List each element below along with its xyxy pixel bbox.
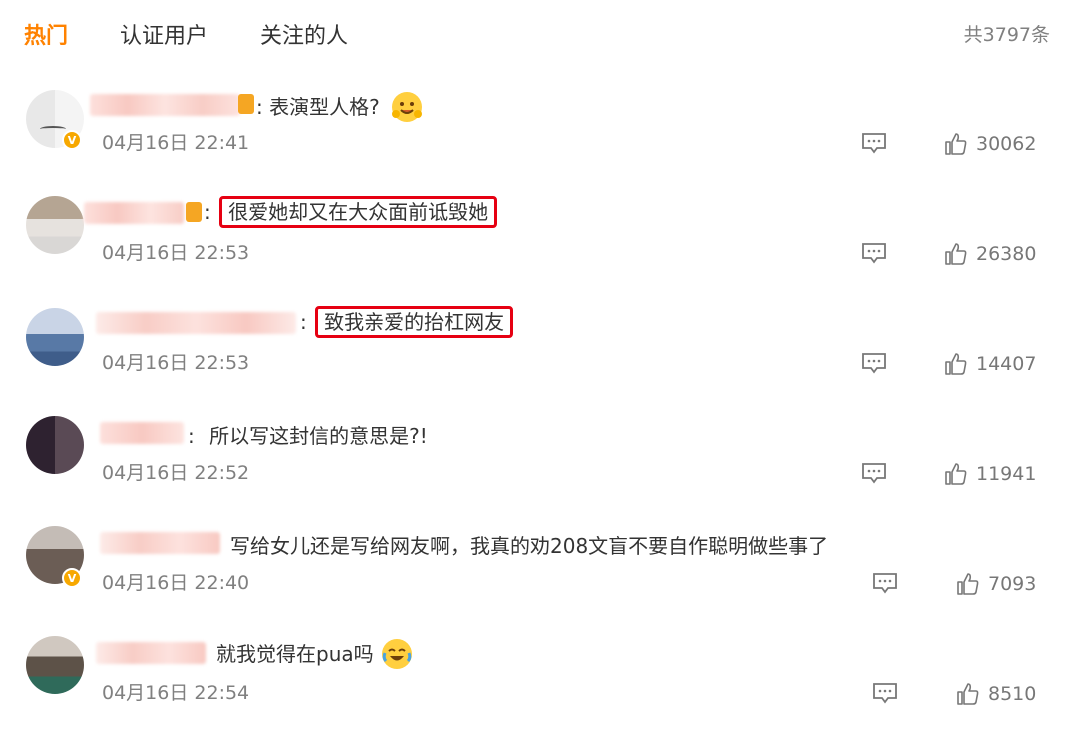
like-button[interactable]: 26380 bbox=[944, 242, 1036, 266]
reply-icon[interactable] bbox=[872, 682, 898, 706]
comment-body: 写给女儿还是写给网友啊，我真的劝208文盲不要自作聪明做些事了 bbox=[230, 534, 829, 558]
comment-text: : 表演型人格? bbox=[256, 91, 423, 124]
comment-time: 04月16日 22:53 bbox=[102, 352, 250, 374]
member-badge-icon bbox=[238, 94, 254, 114]
like-count: 11941 bbox=[976, 463, 1037, 485]
verified-badge-icon: V bbox=[62, 130, 82, 150]
comment-body: 所以写这封信的意思是?! bbox=[209, 424, 428, 448]
comment-time: 04月16日 22:40 bbox=[102, 572, 250, 594]
comment-separator: : bbox=[300, 310, 307, 334]
avatar[interactable] bbox=[26, 416, 84, 474]
like-count: 7093 bbox=[988, 573, 1037, 595]
comment-time: 04月16日 22:54 bbox=[102, 682, 250, 704]
comment-time: 04月16日 22:52 bbox=[102, 462, 250, 484]
username-blurred[interactable] bbox=[100, 422, 184, 444]
comment-item: 就我觉得在pua吗 04月16日 22:54 8510 bbox=[0, 636, 1080, 732]
comment-separator: : bbox=[204, 200, 211, 224]
thumbs-up-icon bbox=[945, 353, 967, 375]
avatar[interactable] bbox=[26, 196, 84, 254]
comment-item: : 致我亲爱的抬杠网友 04月16日 22:53 14407 bbox=[0, 306, 1080, 416]
comment-total-count: 共3797条 bbox=[963, 24, 1050, 46]
comment-time: 04月16日 22:41 bbox=[102, 132, 250, 154]
username-blurred[interactable] bbox=[100, 532, 220, 554]
avatar[interactable] bbox=[26, 308, 84, 366]
comment-separator: : bbox=[188, 424, 195, 448]
like-count: 26380 bbox=[976, 243, 1037, 265]
tab-following[interactable]: 关注的人 bbox=[260, 18, 348, 50]
comment-tabs: 热门 认证用户 关注的人 bbox=[24, 14, 400, 54]
smiling-face-with-hands-emoji-icon bbox=[392, 91, 423, 122]
username-blurred[interactable] bbox=[96, 312, 296, 334]
username-blurred[interactable] bbox=[90, 94, 240, 116]
reply-icon[interactable] bbox=[872, 572, 898, 596]
like-button[interactable]: 30062 bbox=[944, 132, 1036, 156]
username-blurred[interactable] bbox=[96, 642, 206, 664]
thumbs-up-icon bbox=[957, 683, 979, 705]
comment-text: : 致我亲爱的抬杠网友 bbox=[300, 306, 514, 338]
comment-item: V : 表演型人格? 04月16日 22:41 30062 bbox=[0, 88, 1080, 198]
thumbs-up-icon bbox=[957, 573, 979, 595]
thumbs-up-icon bbox=[945, 133, 967, 155]
username-blurred[interactable] bbox=[84, 202, 184, 224]
like-button[interactable]: 14407 bbox=[944, 352, 1036, 376]
reply-icon[interactable] bbox=[861, 352, 887, 376]
comment-body-highlighted: 很爱她却又在大众面前诋毁她 bbox=[219, 196, 498, 228]
comment-text: : 很爱她却又在大众面前诋毁她 bbox=[204, 196, 498, 228]
member-badge-icon bbox=[186, 202, 202, 222]
comment-item: : 很爱她却又在大众面前诋毁她 04月16日 22:53 26380 bbox=[0, 196, 1080, 306]
comment-item: : 所以写这封信的意思是?! 04月16日 22:52 11941 bbox=[0, 416, 1080, 526]
comment-body: 表演型人格? bbox=[269, 95, 380, 119]
reply-icon[interactable] bbox=[861, 132, 887, 156]
like-button[interactable]: 8510 bbox=[956, 682, 1036, 706]
comment-text: 写给女儿还是写给网友啊，我真的劝208文盲不要自作聪明做些事了 bbox=[230, 530, 828, 559]
like-count: 8510 bbox=[988, 683, 1037, 705]
crying-laughing-emoji-icon bbox=[382, 638, 412, 669]
comment-item: V 写给女儿还是写给网友啊，我真的劝208文盲不要自作聪明做些事了 04月16日… bbox=[0, 526, 1080, 636]
verified-badge-icon: V bbox=[62, 568, 82, 588]
like-count: 14407 bbox=[976, 353, 1037, 375]
reply-icon[interactable] bbox=[861, 462, 887, 486]
comment-separator: : bbox=[256, 95, 263, 119]
thumbs-up-icon bbox=[945, 243, 967, 265]
like-button[interactable]: 11941 bbox=[944, 462, 1036, 486]
avatar[interactable] bbox=[26, 636, 84, 694]
like-button[interactable]: 7093 bbox=[956, 572, 1036, 596]
comment-time: 04月16日 22:53 bbox=[102, 242, 250, 264]
tab-verified-users[interactable]: 认证用户 bbox=[120, 18, 208, 50]
tab-hot[interactable]: 热门 bbox=[24, 18, 68, 50]
comment-text: 就我觉得在pua吗 bbox=[216, 638, 412, 671]
comment-text: : 所以写这封信的意思是?! bbox=[188, 420, 428, 449]
reply-icon[interactable] bbox=[861, 242, 887, 266]
thumbs-up-icon bbox=[945, 463, 967, 485]
like-count: 30062 bbox=[976, 133, 1037, 155]
comment-body: 就我觉得在pua吗 bbox=[216, 642, 374, 666]
comment-body-highlighted: 致我亲爱的抬杠网友 bbox=[315, 306, 514, 338]
